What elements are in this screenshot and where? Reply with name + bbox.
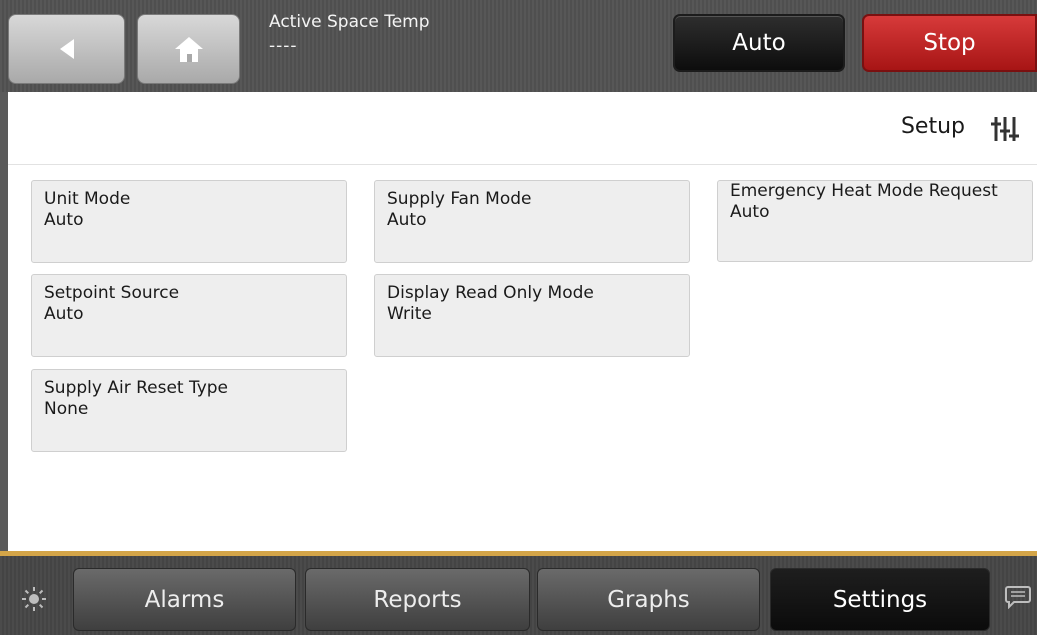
- tile-display-read-only-mode[interactable]: Display Read Only Mode Write: [374, 274, 690, 357]
- tab-settings[interactable]: Settings: [770, 568, 990, 631]
- tile-value: Auto: [44, 210, 84, 230]
- tile-label: Supply Air Reset Type: [44, 378, 229, 398]
- home-button[interactable]: [137, 14, 240, 84]
- setup-header: Setup: [8, 92, 1037, 165]
- active-space-temp-value: ----: [269, 36, 298, 56]
- tile-supply-air-reset-type[interactable]: Supply Air Reset Type None: [31, 369, 347, 452]
- tile-value: Write: [387, 304, 432, 324]
- content-panel: Setup Unit Mode Auto Supply Fan Mode Aut…: [8, 92, 1037, 551]
- tab-alarms[interactable]: Alarms: [73, 568, 296, 631]
- chat-bubble-icon[interactable]: [1005, 585, 1031, 609]
- bottom-bar: Alarms Reports Graphs Settings: [0, 556, 1037, 635]
- page-title[interactable]: Setup: [901, 114, 965, 139]
- tile-label: Unit Mode: [44, 189, 131, 209]
- active-space-temp: Active Space Temp ----: [269, 12, 430, 56]
- tile-setpoint-source[interactable]: Setpoint Source Auto: [31, 274, 347, 357]
- home-icon: [174, 37, 203, 62]
- tile-value: None: [44, 399, 89, 419]
- stop-button[interactable]: Stop: [862, 14, 1037, 72]
- tab-reports[interactable]: Reports: [305, 568, 530, 631]
- tile-value: Auto: [730, 202, 770, 222]
- tile-label: Display Read Only Mode: [387, 283, 594, 303]
- tile-unit-mode[interactable]: Unit Mode Auto: [31, 180, 347, 263]
- top-bar: Active Space Temp ---- Auto Stop: [0, 0, 1037, 92]
- tile-value: Auto: [44, 304, 84, 324]
- tab-graphs[interactable]: Graphs: [537, 568, 760, 631]
- tile-emergency-heat-mode-request[interactable]: Emergency Heat Mode Request Auto: [717, 180, 1033, 262]
- back-arrow-icon: [59, 39, 74, 59]
- tile-value: Auto: [387, 210, 427, 230]
- back-button[interactable]: [8, 14, 125, 84]
- tile-label: Emergency Heat Mode Request: [730, 181, 998, 201]
- tile-label: Supply Fan Mode: [387, 189, 532, 209]
- auto-mode-button[interactable]: Auto: [673, 14, 845, 72]
- brightness-icon[interactable]: [21, 586, 47, 612]
- tile-supply-fan-mode[interactable]: Supply Fan Mode Auto: [374, 180, 690, 263]
- active-space-temp-label: Active Space Temp: [269, 12, 430, 32]
- tile-label: Setpoint Source: [44, 283, 180, 303]
- sliders-icon[interactable]: [991, 114, 1025, 144]
